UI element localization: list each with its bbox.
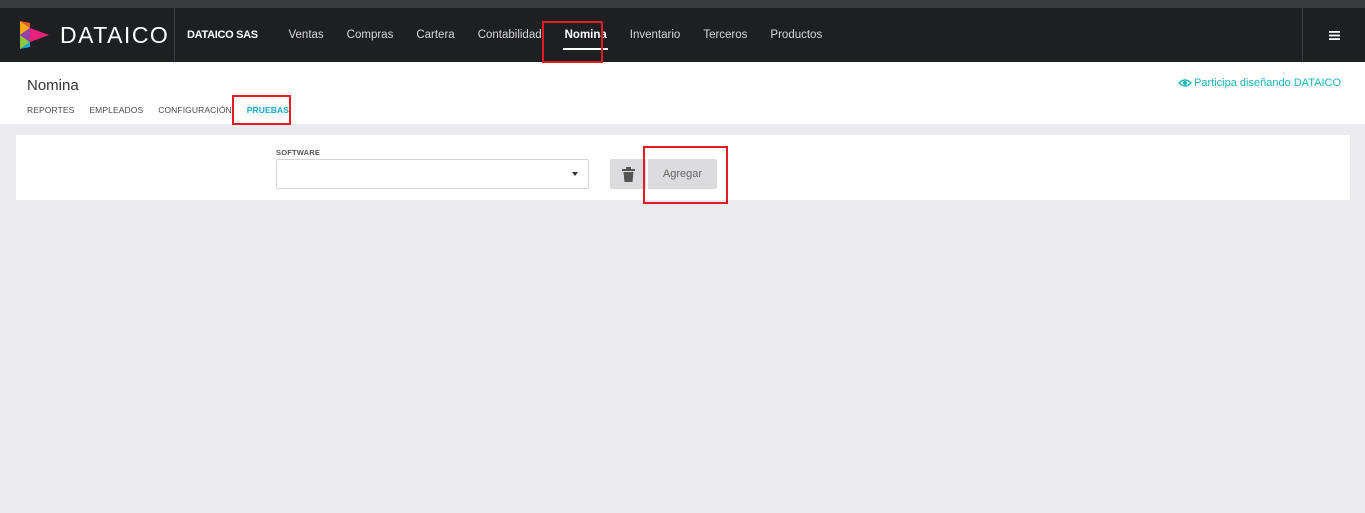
menu-item-terceros[interactable]: Terceros bbox=[692, 8, 759, 62]
add-button[interactable]: Agregar bbox=[648, 159, 717, 189]
menu-item-inventario[interactable]: Inventario bbox=[618, 8, 692, 62]
menu-icon bbox=[1328, 30, 1340, 40]
menu-item-ventas[interactable]: Ventas bbox=[277, 8, 335, 62]
menu-item-cartera[interactable]: Cartera bbox=[405, 8, 466, 62]
trash-icon bbox=[621, 166, 635, 182]
hamburger-menu-button[interactable] bbox=[1303, 8, 1365, 62]
main-menu: Ventas Compras Cartera Contabilidad Nomi… bbox=[277, 8, 834, 62]
feedback-icon bbox=[1178, 79, 1192, 87]
feedback-link[interactable]: Participa diseñando DATAICO bbox=[1178, 77, 1341, 89]
software-card: SOFTWARE Agregar bbox=[16, 135, 1350, 200]
menu-item-nomina[interactable]: Nomina bbox=[553, 8, 618, 62]
brand-logo-icon bbox=[20, 21, 49, 49]
top-navbar: DATAICO DATAICO SAS Ventas Compras Carte… bbox=[0, 8, 1365, 62]
nav-divider bbox=[174, 8, 175, 62]
feedback-link-label: Participa diseñando DATAICO bbox=[1194, 77, 1341, 89]
page-title: Nomina bbox=[27, 77, 79, 94]
tab-configuracion[interactable]: CONFIGURACIÓN bbox=[158, 105, 232, 115]
software-select[interactable] bbox=[276, 159, 589, 189]
page-header: Nomina Participa diseñando DATAICO REPOR… bbox=[0, 62, 1365, 124]
menu-item-productos[interactable]: Productos bbox=[759, 8, 834, 62]
company-name[interactable]: DATAICO SAS bbox=[187, 8, 258, 62]
software-label: SOFTWARE bbox=[276, 148, 321, 157]
browser-strip bbox=[0, 0, 1365, 8]
menu-item-compras[interactable]: Compras bbox=[335, 8, 405, 62]
subtabs: REPORTES EMPLEADOS CONFIGURACIÓN PRUEBAS bbox=[27, 105, 304, 115]
brand-name: DATAICO bbox=[60, 21, 170, 48]
menu-item-contabilidad[interactable]: Contabilidad bbox=[466, 8, 553, 62]
tab-pruebas[interactable]: PRUEBAS bbox=[247, 105, 289, 115]
tab-reportes[interactable]: REPORTES bbox=[27, 105, 74, 115]
caret-down-icon bbox=[572, 172, 578, 176]
tab-empleados[interactable]: EMPLEADOS bbox=[89, 105, 143, 115]
brand-logo[interactable]: DATAICO bbox=[18, 8, 169, 62]
delete-button[interactable] bbox=[610, 159, 646, 189]
